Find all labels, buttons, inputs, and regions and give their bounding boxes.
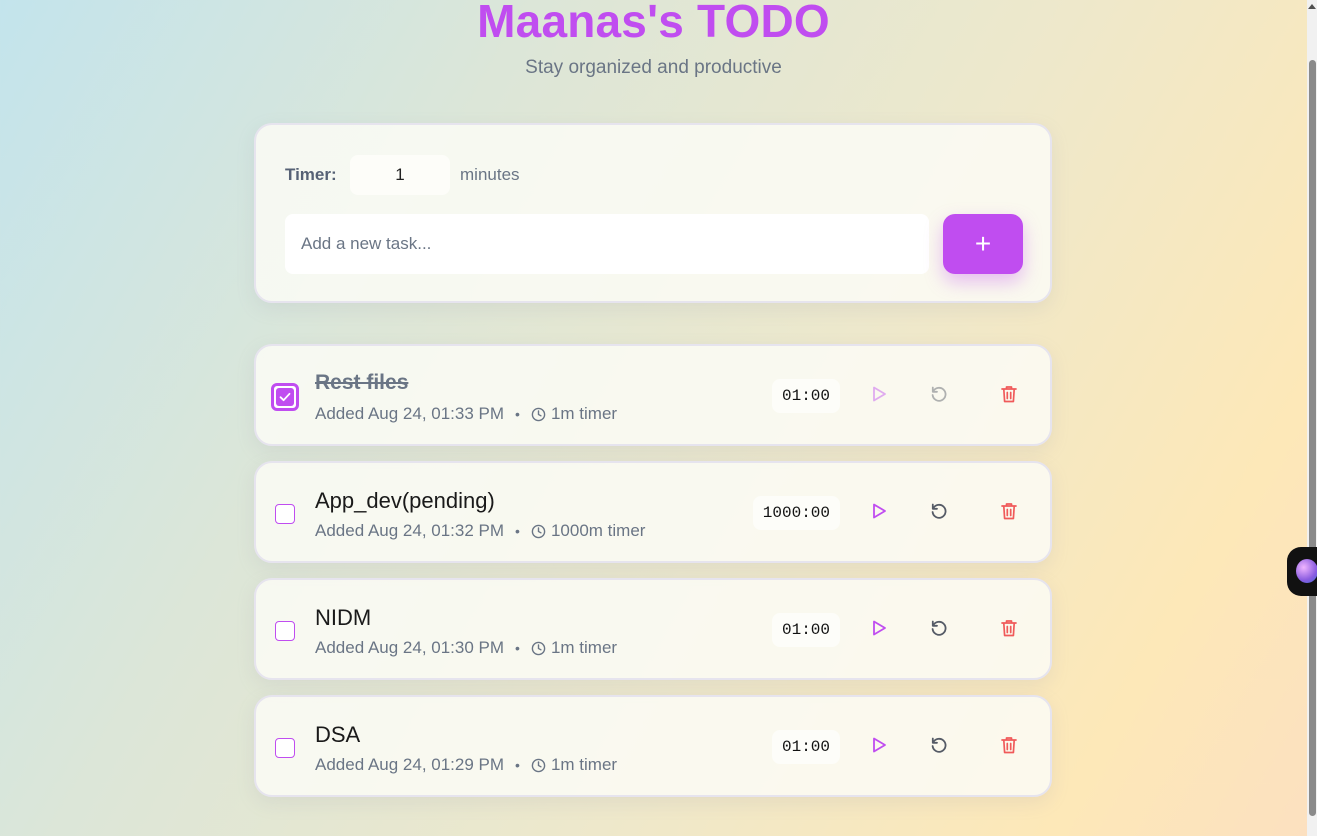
task-timer-length: 1000m timer <box>550 521 646 540</box>
reset-button[interactable] <box>928 736 950 758</box>
task-meta: Added Aug 24, 01:30 PM • 1m timer <box>315 638 617 658</box>
task-countdown: 01:00 <box>771 379 840 413</box>
task-title: DSA <box>315 722 361 747</box>
delete-button[interactable] <box>998 736 1020 758</box>
task-meta: Added Aug 24, 01:33 PM • 1m timer <box>315 404 617 424</box>
reset-button[interactable] <box>928 619 950 641</box>
timer-label: Timer: <box>285 165 337 184</box>
timer-unit-label: minutes <box>460 165 520 184</box>
task-checkbox[interactable] <box>275 738 295 758</box>
reset-icon <box>929 618 949 643</box>
scrollbar-thumb[interactable] <box>1309 60 1316 816</box>
reset-button[interactable] <box>928 502 950 524</box>
task-item: Rest files Added Aug 24, 01:33 PM • 1m t… <box>254 344 1052 446</box>
timer-minutes-input[interactable] <box>350 155 450 195</box>
delete-button[interactable] <box>998 502 1020 524</box>
task-checkbox[interactable] <box>275 504 295 524</box>
play-button[interactable] <box>868 502 890 524</box>
play-icon <box>870 619 888 642</box>
scroll-up-arrow-icon[interactable] <box>1308 4 1316 9</box>
trash-icon <box>1000 735 1018 760</box>
task-added-date: Added Aug 24, 01:32 PM <box>315 521 505 540</box>
task-added-date: Added Aug 24, 01:29 PM <box>315 755 505 774</box>
clock-icon <box>531 407 546 422</box>
page-subtitle: Stay organized and productive <box>525 57 782 78</box>
task-title: NIDM <box>315 605 372 630</box>
play-icon <box>870 502 888 525</box>
trash-icon <box>1000 384 1018 409</box>
page: Maanas's TODO Stay organized and product… <box>0 0 1307 836</box>
delete-button[interactable] <box>998 619 1020 641</box>
task-title: App_dev(pending) <box>315 488 495 513</box>
task-item: NIDM Added Aug 24, 01:30 PM • 1m timer 0… <box>254 578 1052 680</box>
task-timer-length: 1m timer <box>550 755 618 774</box>
new-task-input[interactable] <box>285 214 929 274</box>
task-item: DSA Added Aug 24, 01:29 PM • 1m timer 01… <box>254 695 1052 797</box>
task-added-date: Added Aug 24, 01:33 PM <box>315 404 505 423</box>
task-checkbox[interactable] <box>275 621 295 641</box>
play-icon <box>870 736 888 759</box>
meta-separator: • <box>515 523 520 539</box>
reset-icon <box>929 735 949 760</box>
meta-separator: • <box>515 757 520 773</box>
trash-icon <box>1000 501 1018 526</box>
check-icon <box>276 388 294 406</box>
meta-separator: • <box>515 406 520 422</box>
add-task-card: Timer: minutes + <box>254 123 1052 303</box>
task-timer-length: 1m timer <box>550 638 618 657</box>
play-button[interactable] <box>868 619 890 641</box>
clock-icon <box>531 524 546 539</box>
play-icon <box>870 385 888 408</box>
trash-icon <box>1000 618 1018 643</box>
task-meta: Added Aug 24, 01:29 PM • 1m timer <box>315 755 617 775</box>
reset-icon <box>929 501 949 526</box>
task-meta: Added Aug 24, 01:32 PM • 1000m timer <box>315 521 645 541</box>
assistant-widget-button[interactable] <box>1287 547 1317 596</box>
task-checkbox[interactable] <box>271 383 299 411</box>
task-countdown: 01:00 <box>771 613 840 647</box>
page-scrollbar[interactable] <box>1307 0 1317 836</box>
delete-button[interactable] <box>998 385 1020 407</box>
page-title: Maanas's TODO <box>477 0 830 47</box>
task-item: App_dev(pending) Added Aug 24, 01:32 PM … <box>254 461 1052 563</box>
clock-icon <box>531 758 546 773</box>
reset-button[interactable] <box>928 385 950 407</box>
task-countdown: 1000:00 <box>752 496 840 530</box>
reset-icon <box>929 384 949 409</box>
clock-icon <box>531 641 546 656</box>
add-task-button[interactable]: + <box>943 214 1023 274</box>
meta-separator: • <box>515 640 520 656</box>
task-added-date: Added Aug 24, 01:30 PM <box>315 638 505 657</box>
play-button[interactable] <box>868 385 890 407</box>
play-button[interactable] <box>868 736 890 758</box>
task-countdown: 01:00 <box>771 730 840 764</box>
assistant-orb-icon <box>1296 559 1317 583</box>
task-timer-length: 1m timer <box>550 404 618 423</box>
task-title: Rest files <box>315 371 409 394</box>
